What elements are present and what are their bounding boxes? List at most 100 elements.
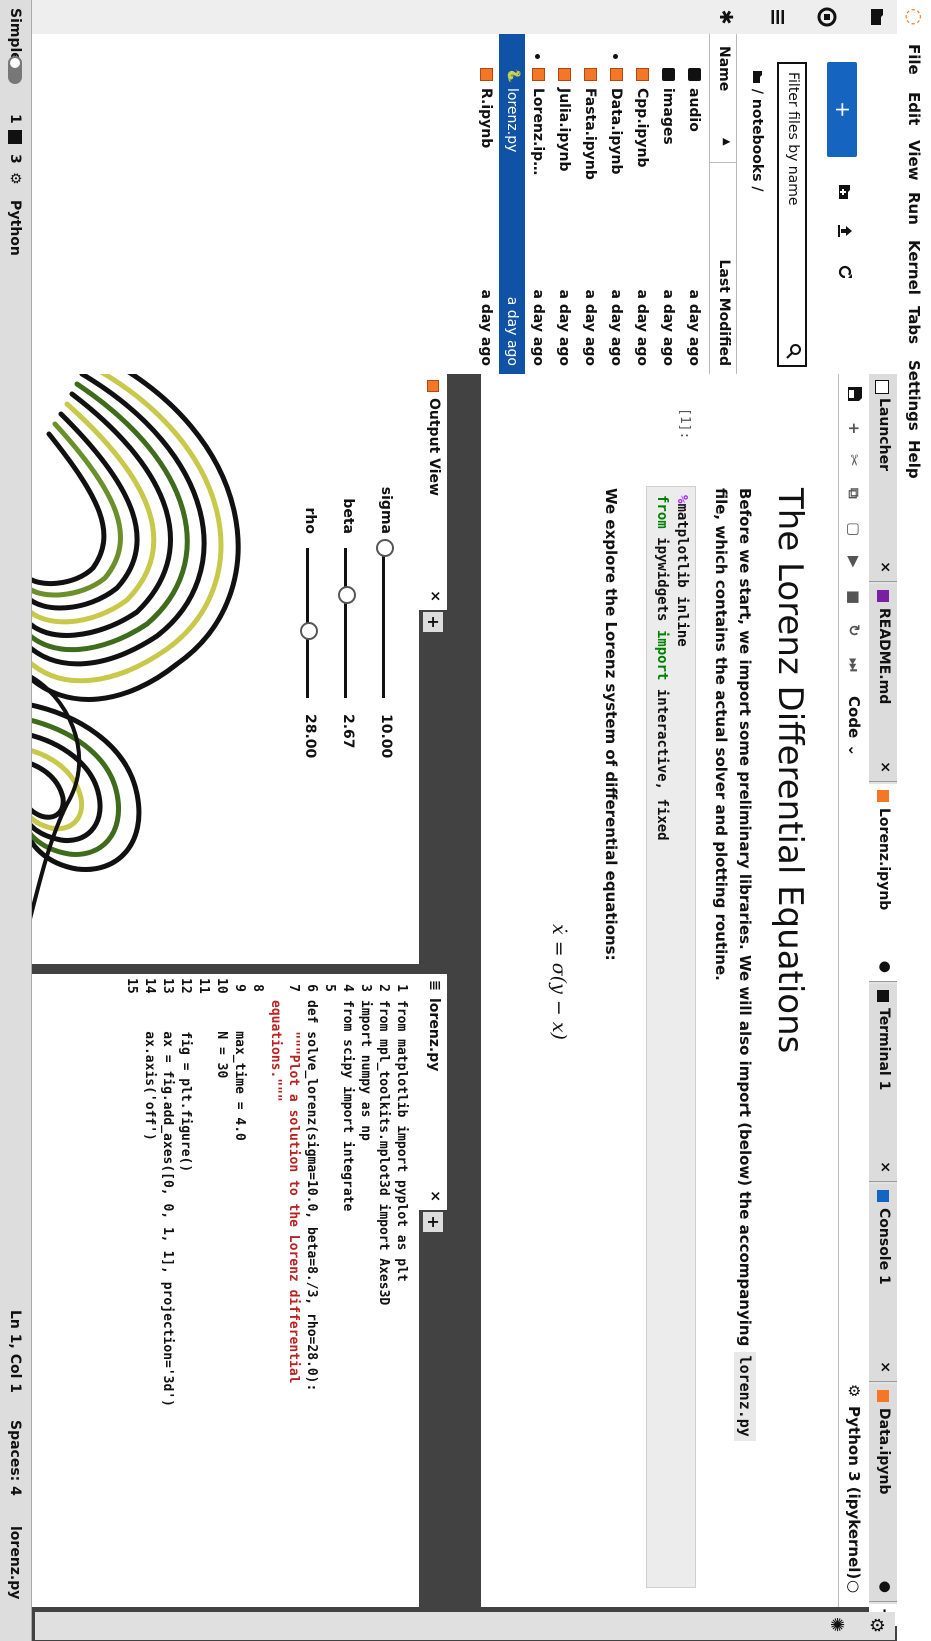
close-icon[interactable]: ×: [877, 561, 893, 573]
column-last-modified[interactable]: Last Modified: [716, 259, 732, 366]
gear-icon[interactable]: ⚙: [866, 1617, 887, 1633]
close-icon[interactable]: ×: [427, 1190, 443, 1202]
cursor-position[interactable]: Ln 1, Col 1: [7, 1310, 23, 1393]
terminal-count[interactable]: 1: [7, 114, 23, 124]
add-tab-button[interactable]: +: [423, 612, 443, 632]
paste-icon[interactable]: ▢: [845, 522, 863, 536]
file-modified: a day ago: [504, 296, 520, 366]
tab-data-ipynb[interactable]: Data.ipynb ●: [869, 1384, 897, 1602]
running-icon[interactable]: [813, 5, 837, 29]
file-row[interactable]: images a day ago: [655, 34, 681, 374]
refresh-icon[interactable]: [833, 264, 853, 280]
kernel-count[interactable]: 3: [7, 154, 23, 164]
menu-settings[interactable]: Settings: [905, 360, 923, 431]
filter-files-input[interactable]: Filter files by name: [777, 62, 807, 367]
breadcrumb[interactable]: / notebooks /: [749, 70, 765, 192]
gear-icon[interactable]: ⚙: [845, 1384, 863, 1397]
breadcrumb-path[interactable]: / notebooks /: [749, 89, 765, 192]
save-icon[interactable]: [843, 386, 863, 402]
notebook-icon: [532, 68, 545, 81]
jupyter-logo: ◌: [903, 8, 927, 26]
code-cell[interactable]: %matplotlib inline from ipywidgets impor…: [646, 486, 696, 1588]
output-view-tab[interactable]: Output View ×: [419, 374, 447, 610]
terminal-icon[interactable]: [8, 130, 22, 144]
kernel-name[interactable]: Python 3 (ipykernel): [845, 1406, 863, 1579]
file-browser: + Filter files by name / notebooks / Nam…: [32, 34, 897, 374]
folder-icon[interactable]: [863, 5, 887, 29]
stop-icon[interactable]: ■: [845, 590, 863, 604]
code-text: def solve_lorenz(sigma=10.0, beta=8./3, …: [304, 1000, 319, 1392]
command-palette-icon[interactable]: [763, 5, 787, 29]
menu-view[interactable]: View: [905, 140, 923, 181]
fast-forward-icon[interactable]: ⏭: [845, 658, 863, 672]
tab-lorenz-ipynb[interactable]: Lorenz.ipynb ●: [869, 784, 897, 982]
slider-label: rho: [302, 507, 318, 535]
tab-label: README.md: [876, 608, 892, 705]
tab-terminal-1[interactable]: Terminal 1 ×: [869, 984, 897, 1182]
slider-handle[interactable]: [376, 539, 394, 557]
new-launcher-button[interactable]: +: [827, 62, 857, 157]
file-modified: a day ago: [582, 289, 598, 366]
cell-type-select[interactable]: Code: [845, 696, 863, 738]
menu-tabs[interactable]: Tabs: [905, 306, 923, 344]
indentation[interactable]: Spaces: 4: [7, 1420, 23, 1496]
file-row[interactable]: Cpp.ipynb a day ago: [629, 34, 655, 374]
kernel-status[interactable]: Python: [7, 200, 23, 256]
slider-handle[interactable]: [338, 585, 356, 604]
chevron-down-icon[interactable]: ⌄: [845, 744, 863, 757]
menu-edit[interactable]: Edit: [905, 92, 923, 125]
cut-icon[interactable]: ✂: [845, 454, 863, 467]
menu-help[interactable]: Help: [905, 440, 923, 479]
file-row[interactable]: Data.ipynb a day ago: [603, 34, 629, 374]
puzzle-icon[interactable]: ✱: [713, 5, 737, 29]
file-modified: a day ago: [530, 289, 546, 366]
slider-track[interactable]: [344, 548, 347, 698]
file-row[interactable]: Julia.ipynb a day ago: [551, 34, 577, 374]
menu-kernel[interactable]: Kernel: [905, 240, 923, 295]
file-row[interactable]: Lorenz.ip… a day ago: [525, 34, 551, 374]
close-icon[interactable]: ×: [877, 761, 893, 773]
column-divider: [710, 162, 736, 163]
close-icon[interactable]: ×: [877, 1361, 893, 1373]
left-sidebar-tabs: ✱: [32, 0, 897, 35]
file-name: Julia.ipynb: [556, 88, 572, 172]
file-row[interactable]: R.ipynb a day ago: [473, 34, 499, 374]
close-icon[interactable]: ×: [427, 590, 443, 602]
file-row[interactable]: 🐍 lorenz.py a day ago: [499, 34, 525, 374]
restart-icon[interactable]: ↻: [845, 624, 863, 637]
notebook-icon: [480, 68, 493, 81]
line-number: 5: [322, 984, 337, 992]
output-view-tab-label: Output View: [426, 398, 442, 496]
new-folder-icon[interactable]: [834, 184, 853, 200]
menu-run[interactable]: Run: [905, 192, 923, 225]
slider-label: sigma: [378, 486, 394, 534]
file-row[interactable]: audio a day ago: [681, 34, 707, 374]
gear-icon[interactable]: ⚙: [7, 172, 23, 185]
slider-handle[interactable]: [300, 621, 318, 640]
unsaved-indicator-icon[interactable]: ●: [877, 961, 893, 973]
simple-mode-toggle[interactable]: [8, 56, 22, 84]
line-number: 9: [232, 984, 247, 992]
run-icon[interactable]: ▶: [845, 556, 863, 568]
close-icon[interactable]: ×: [877, 1161, 893, 1173]
file-row[interactable]: Fasta.ipynb a day ago: [577, 34, 603, 374]
bug-icon[interactable]: ✺: [826, 1617, 847, 1632]
add-tab-button[interactable]: +: [423, 1212, 443, 1232]
inline-code: lorenz.py: [734, 1351, 756, 1441]
add-cell-icon[interactable]: +: [845, 422, 863, 435]
file-modified: a day ago: [608, 289, 624, 366]
file-modified: a day ago: [478, 289, 494, 366]
tab-console-1[interactable]: Console 1 ×: [869, 1184, 897, 1382]
slider-track[interactable]: [382, 548, 385, 698]
code-text: fig = plt.figure(): [178, 1000, 193, 1173]
sort-icon[interactable]: ▲: [721, 138, 732, 146]
editor-tab[interactable]: ≣ lorenz.py ×: [419, 974, 447, 1210]
upload-icon[interactable]: [833, 224, 853, 238]
tab-launcher[interactable]: Launcher ×: [869, 374, 897, 582]
unsaved-indicator-icon[interactable]: ●: [877, 1581, 893, 1593]
tab-readme-md[interactable]: README.md ×: [869, 584, 897, 782]
copy-icon[interactable]: ⧉: [845, 488, 863, 499]
column-name[interactable]: Name: [716, 46, 732, 91]
notebook-icon: [877, 1390, 889, 1402]
menu-file[interactable]: File: [905, 44, 923, 75]
